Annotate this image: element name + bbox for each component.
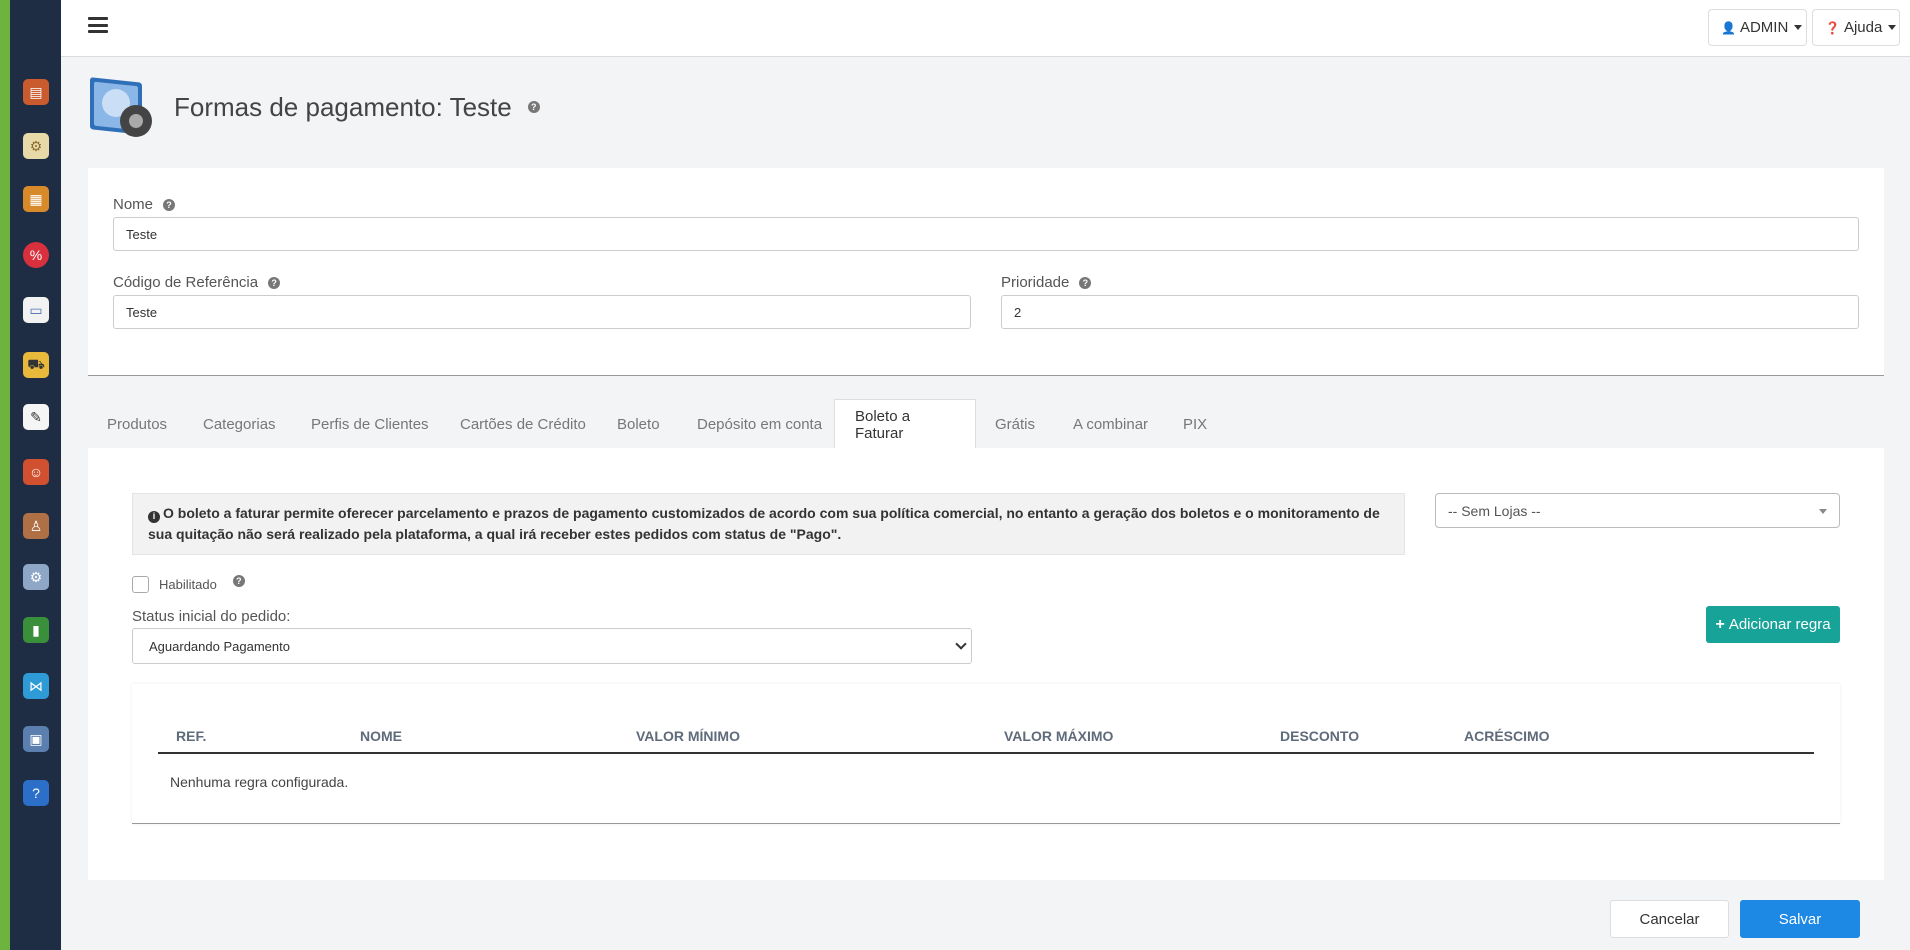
prioridade-help-icon[interactable]: ? [1079, 276, 1092, 289]
codigo-help-icon[interactable]: ? [268, 276, 281, 289]
truck-icon[interactable]: ⛟ [23, 352, 49, 378]
general-form-panel: Nome ? Teste Código de Referência ? Test… [88, 168, 1884, 376]
nome-label: Nome ? [113, 196, 176, 213]
user-menu-button[interactable]: 👤 ADMIN [1708, 9, 1807, 46]
caret-down-icon [1819, 509, 1827, 514]
codigo-input[interactable]: Teste [113, 295, 971, 329]
info-icon: i [148, 510, 160, 523]
tab-cartoes-credito[interactable]: Cartões de Crédito [460, 399, 586, 449]
plus-icon: + [1715, 615, 1725, 633]
menu-toggle-icon[interactable] [88, 17, 108, 33]
title-help-icon[interactable]: ? [527, 101, 540, 113]
tab-boleto-a-faturar[interactable]: Boleto a Faturar [834, 399, 976, 450]
user-icon[interactable]: ♙ [23, 513, 49, 539]
users-icon[interactable]: ☺ [23, 459, 49, 485]
chart-icon[interactable]: ▮ [23, 617, 49, 643]
codigo-label-text: Código de Referência [113, 274, 259, 291]
prioridade-label-text: Prioridade [1001, 274, 1070, 291]
col-desconto: DESCONTO [1280, 728, 1360, 744]
help-menu-button[interactable]: ❓ Ajuda [1812, 9, 1900, 46]
add-rule-button[interactable]: + Adicionar regra [1706, 606, 1840, 643]
col-nome: NOME [360, 728, 402, 744]
card-icon[interactable]: ▭ [23, 297, 49, 323]
col-acrescimo: ACRÉSCIMO [1464, 728, 1550, 744]
col-valor-maximo: VALOR MÁXIMO [1004, 728, 1114, 744]
document-icon[interactable]: ✎ [23, 404, 49, 430]
tab-categorias[interactable]: Categorias [203, 399, 276, 449]
enabled-help-icon[interactable]: ? [232, 574, 245, 587]
help-menu-label: Ajuda [1843, 19, 1883, 36]
chevron-down-icon [955, 638, 967, 650]
info-alert: iO boleto a faturar permite oferecer par… [132, 493, 1405, 555]
col-ref: REF. [176, 728, 207, 744]
enabled-checkbox[interactable] [132, 576, 149, 593]
status-select[interactable]: Aguardando Pagamento [132, 628, 972, 664]
tab-pix[interactable]: PIX [1183, 399, 1207, 449]
nome-label-text: Nome [113, 196, 154, 213]
form-footer: Cancelar Salvar [88, 880, 1884, 950]
tab-boleto[interactable]: Boleto [617, 399, 660, 449]
col-valor-minimo: VALOR MÍNIMO [636, 728, 740, 744]
store-select-value: -- Sem Lojas -- [1448, 502, 1541, 519]
store-select[interactable]: -- Sem Lojas -- [1435, 493, 1840, 528]
page-header: Formas de pagamento: Teste ? [88, 72, 540, 142]
caret-down-icon [1888, 25, 1897, 30]
payment-settings-icon [88, 73, 156, 141]
status-label: Status inicial do pedido: [132, 608, 291, 625]
cancel-button[interactable]: Cancelar [1610, 900, 1729, 938]
nome-input[interactable]: Teste [113, 217, 1859, 251]
question-circle-icon: ❓ [1825, 20, 1840, 35]
prioridade-label: Prioridade ? [1001, 274, 1092, 291]
help-book-icon[interactable]: ? [23, 780, 49, 806]
monitor-settings-icon[interactable]: ▣ [23, 726, 49, 752]
tab-produtos[interactable]: Produtos [107, 399, 167, 449]
rules-table-header: REF. NOME VALOR MÍNIMO VALOR MÁXIMO DESC… [158, 720, 1814, 754]
topbar: 👤 ADMIN ❓ Ajuda [61, 0, 1910, 57]
codigo-label: Código de Referência ? [113, 274, 281, 291]
alert-text: O boleto a faturar permite oferecer parc… [148, 505, 1380, 542]
page-title: Formas de pagamento: Teste [174, 91, 512, 122]
save-button[interactable]: Salvar [1740, 900, 1860, 938]
tab-a-combinar[interactable]: A combinar [1073, 399, 1148, 449]
share-icon[interactable]: ⋈ [23, 673, 49, 699]
enabled-row: Habilitado ? [132, 574, 245, 593]
nome-help-icon[interactable]: ? [163, 198, 176, 211]
boxes-icon[interactable]: ▦ [23, 186, 49, 212]
enabled-label: Habilitado [159, 577, 217, 592]
database-settings-icon[interactable]: ⚙ [23, 564, 49, 590]
boleto-a-faturar-panel: iO boleto a faturar permite oferecer par… [88, 448, 1884, 880]
user-icon: 👤 [1721, 20, 1736, 35]
status-select-value: Aguardando Pagamento [149, 638, 290, 654]
empty-table-message: Nenhuma regra configurada. [170, 774, 349, 790]
tab-gratis[interactable]: Grátis [995, 399, 1035, 449]
rules-table: REF. NOME VALOR MÍNIMO VALOR MÁXIMO DESC… [132, 684, 1840, 824]
edge-accent-bar [0, 0, 10, 950]
user-menu-label: ADMIN [1739, 19, 1789, 36]
caret-down-icon [1794, 25, 1803, 30]
sidebar: ▤ ⚙ ▦ % ▭ ⛟ ✎ ☺ ♙ ⚙ ▮ ⋈ ▣ ? [10, 0, 61, 950]
tab-perfis-clientes[interactable]: Perfis de Clientes [311, 399, 429, 449]
discount-icon[interactable]: % [23, 242, 49, 268]
image-settings-icon[interactable]: ⚙ [23, 133, 49, 159]
payment-tabs: Produtos Categorias Perfis de Clientes C… [88, 399, 1884, 450]
add-rule-label: Adicionar regra [1728, 616, 1831, 633]
tab-deposito-conta[interactable]: Depósito em conta [697, 399, 822, 449]
database-icon[interactable]: ▤ [23, 79, 49, 105]
prioridade-input[interactable]: 2 [1001, 295, 1859, 329]
